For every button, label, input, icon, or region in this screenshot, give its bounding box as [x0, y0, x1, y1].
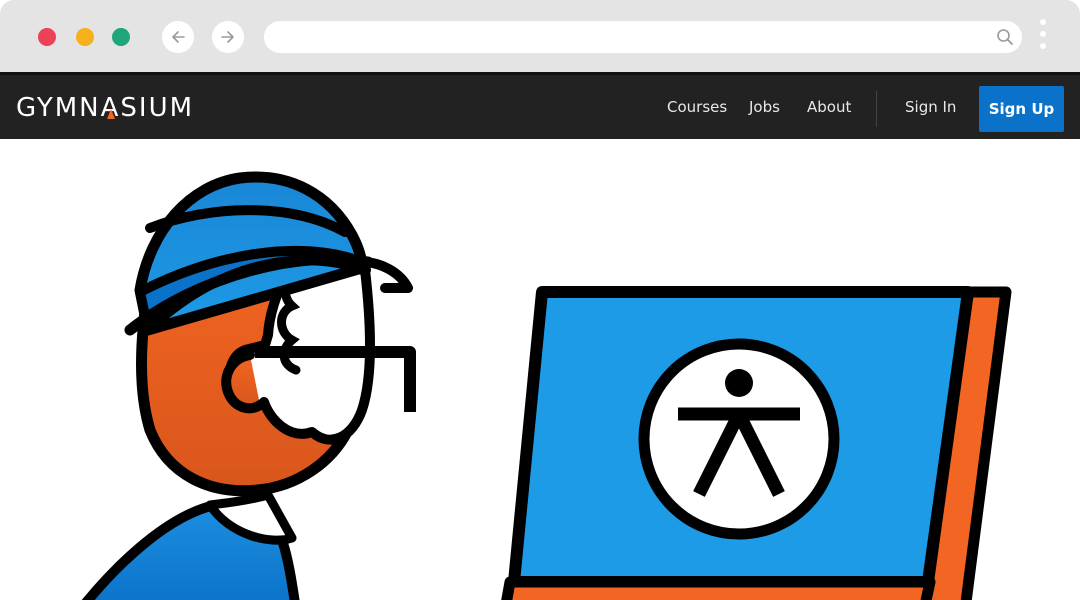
accessibility-icon	[638, 338, 840, 540]
nav-about-link[interactable]: About	[807, 98, 851, 116]
search-icon[interactable]	[996, 28, 1014, 46]
minimize-window-button[interactable]	[76, 28, 94, 46]
nav-jobs-link[interactable]: Jobs	[749, 98, 780, 116]
hero-section	[0, 139, 1080, 600]
nav-divider	[876, 91, 877, 127]
sign-in-link[interactable]: Sign In	[905, 98, 956, 116]
logo-text-suffix: SIUM	[120, 93, 195, 123]
address-bar[interactable]	[264, 21, 1022, 55]
close-window-button[interactable]	[38, 28, 56, 46]
browser-toolbar	[0, 0, 1080, 72]
sign-up-button[interactable]: Sign Up	[979, 86, 1064, 132]
arrow-left-icon	[172, 31, 185, 43]
gymnasium-logo[interactable]: GYMNA SIUM	[16, 93, 194, 123]
back-button[interactable]	[162, 21, 194, 53]
forward-button[interactable]	[212, 21, 244, 53]
kebab-menu-icon[interactable]	[1036, 19, 1050, 55]
hero-illustration	[81, 171, 1012, 600]
site-navbar: GYMNA SIUM Courses Jobs About Sign In Sig…	[0, 72, 1080, 139]
arrow-right-icon	[221, 31, 234, 43]
nav-courses-link[interactable]: Courses	[667, 98, 727, 116]
url-input[interactable]	[278, 21, 982, 55]
logo-mark: A	[100, 93, 121, 123]
logo-text-prefix: GYMN	[16, 93, 101, 123]
laptop-base	[501, 576, 936, 600]
browser-window: GYMNA SIUM Courses Jobs About Sign In Sig…	[0, 0, 1080, 600]
maximize-window-button[interactable]	[112, 28, 130, 46]
